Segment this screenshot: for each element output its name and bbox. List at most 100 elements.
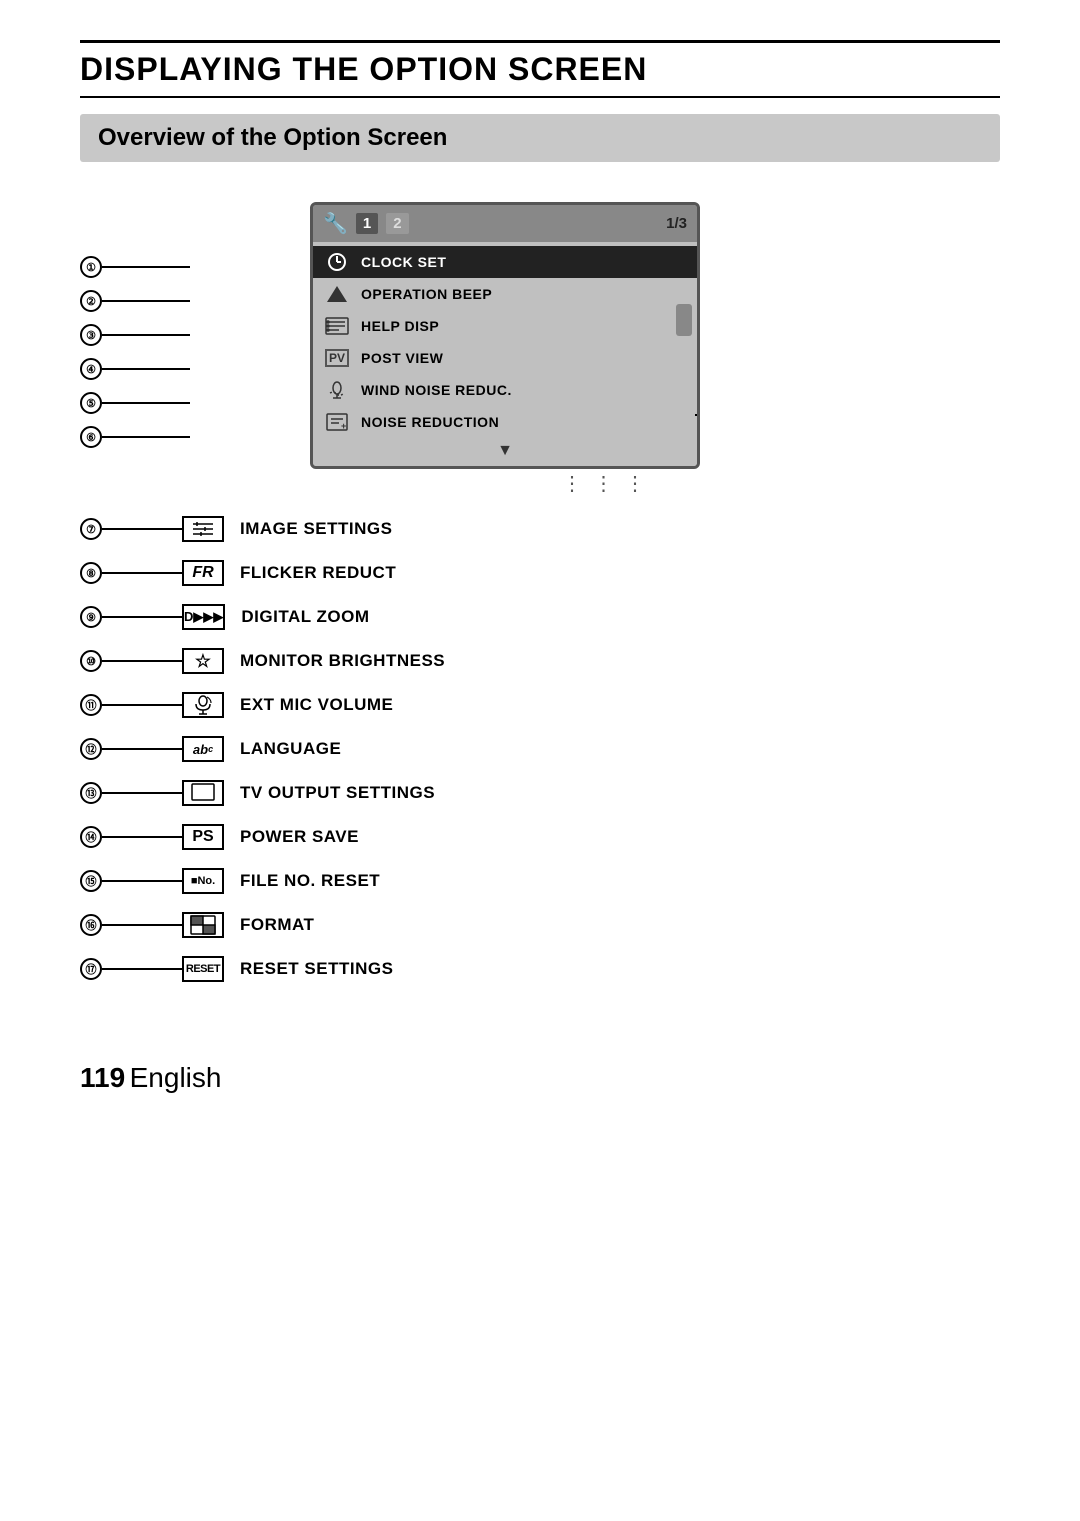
file-no-reset-icon: ■No. (182, 868, 224, 894)
wind-noise-icon (323, 379, 351, 401)
callout-16: ⑯ (80, 914, 102, 936)
reset-settings-label: RESET SETTINGS (240, 959, 393, 979)
format-icon (182, 912, 224, 938)
file-no-reset-label: FILE NO. RESET (240, 871, 380, 891)
right-callout-area: ⑱ (695, 404, 700, 426)
callout-line-1 (102, 266, 190, 268)
screen-item-wind-noise[interactable]: WIND NOISE REDUC. (313, 374, 697, 406)
format-label: FORMAT (240, 915, 314, 935)
item-row-17: ⑰ RESET RESET SETTINGS (80, 956, 1000, 982)
screen-item-operation-beep[interactable]: OPERATION BEEP (313, 278, 697, 310)
line-16 (102, 924, 182, 926)
tab-2: 2 (386, 213, 408, 234)
callout-8: ⑧ (80, 562, 102, 584)
screen-item-clock-set[interactable]: CLOCK SET (313, 246, 697, 278)
screen-item-post-view[interactable]: PV POST VIEW (313, 342, 697, 374)
digital-zoom-label: DIGITAL ZOOM (241, 607, 369, 627)
top-border (80, 40, 1000, 43)
image-settings-label: IMAGE SETTINGS (240, 519, 392, 539)
page-number: 119 (80, 1062, 125, 1093)
image-settings-icon (182, 516, 224, 542)
callout-18-line (695, 414, 700, 416)
beep-icon (323, 283, 351, 305)
help-disp-icon (323, 315, 351, 337)
item-row-7: ⑦ IMAGE SETTINGS (80, 516, 1000, 542)
callout-7: ⑦ (80, 518, 102, 540)
item-row-12: ⑫ abc LANGUAGE (80, 736, 1000, 762)
tab-1: 1 (356, 213, 378, 234)
scrollbar-thumb[interactable] (676, 304, 692, 336)
line-15 (102, 880, 182, 882)
callout-13: ⑬ (80, 782, 102, 804)
callout-2: ② (80, 290, 102, 312)
item-row-14: ⑭ PS POWER SAVE (80, 824, 1000, 850)
dots-continuation: ⋮ ⋮ ⋮ (80, 471, 1000, 496)
callout-1: ① (80, 256, 102, 278)
main-heading: DISPLAYING THE OPTION SCREEN (80, 51, 1000, 88)
operation-beep-label: OPERATION BEEP (361, 286, 492, 302)
clock-icon (323, 251, 351, 273)
callout-line-2 (102, 300, 190, 302)
page-lang: English (130, 1062, 222, 1093)
bottom-items: ⑦ IMAGE SETTINGS ⑧ (80, 516, 1000, 982)
page-indicator: 1/3 (666, 215, 687, 232)
callout-14: ⑭ (80, 826, 102, 848)
screen-item-noise-reduction[interactable]: + NOISE REDUCTION (313, 406, 697, 438)
svg-text:+: + (341, 421, 346, 431)
screen-section: ① ② ③ ④ ⑤ (80, 202, 1000, 469)
callout-row-3: ③ (80, 318, 190, 352)
power-save-label: POWER SAVE (240, 827, 359, 847)
wrench-icon: 🔧 (323, 211, 348, 236)
callout-9: ⑨ (80, 606, 102, 628)
callout-row-4: ④ (80, 352, 190, 386)
line-17 (102, 968, 182, 970)
section-heading-bar: Overview of the Option Screen (80, 114, 1000, 162)
camera-screen: 🔧 1 2 1/3 (310, 202, 700, 469)
screen-item-help-disp[interactable]: HELP DISP (313, 310, 697, 342)
tv-output-label: TV OUTPUT SETTINGS (240, 783, 435, 803)
flicker-reduct-icon: FR (182, 560, 224, 586)
callout-line-6 (102, 436, 190, 438)
item-row-15: ⑮ ■No. FILE NO. RESET (80, 868, 1000, 894)
scroll-arrow-down: ▼ (497, 442, 513, 460)
monitor-brightness-label: MONITOR BRIGHTNESS (240, 651, 445, 671)
diagram-wrapper: ① ② ③ ④ ⑤ (80, 202, 1000, 982)
line-8 (102, 572, 182, 574)
item-row-11: ⑪ EXT MIC VOLUME (80, 692, 1000, 718)
wind-noise-label: WIND NOISE REDUC. (361, 382, 512, 398)
item-row-9: ⑨ D▶▶▶ DIGITAL ZOOM (80, 604, 1000, 630)
callout-10: ⑩ (80, 650, 102, 672)
help-disp-label: HELP DISP (361, 318, 439, 334)
callout-line-4 (102, 368, 190, 370)
callout-11: ⑪ (80, 694, 102, 716)
screen-header: 🔧 1 2 1/3 (313, 205, 697, 242)
item-row-10: ⑩ ☆ MONITOR BRIGHTNESS (80, 648, 1000, 674)
ext-mic-icon (182, 692, 224, 718)
item-row-13: ⑬ TV OUTPUT SETTINGS (80, 780, 1000, 806)
left-callouts: ① ② ③ ④ ⑤ (80, 202, 190, 469)
callout-15: ⑮ (80, 870, 102, 892)
section-divider (80, 96, 1000, 98)
callout-row-1: ① (80, 250, 190, 284)
page-footer: 119 English (80, 1062, 1000, 1094)
line-12 (102, 748, 182, 750)
callout-row-6: ⑥ (80, 420, 190, 454)
power-save-icon: PS (182, 824, 224, 850)
section-heading-text: Overview of the Option Screen (98, 124, 447, 151)
callout-6: ⑥ (80, 426, 102, 448)
language-icon: abc (182, 736, 224, 762)
post-view-icon: PV (323, 347, 351, 369)
item-row-8: ⑧ FR FLICKER REDUCT (80, 560, 1000, 586)
noise-reduction-label: NOISE REDUCTION (361, 414, 499, 430)
digital-zoom-icon: D▶▶▶ (182, 604, 225, 630)
page-container: DISPLAYING THE OPTION SCREEN Overview of… (0, 0, 1080, 1154)
callout-line-3 (102, 334, 190, 336)
callout-line-5 (102, 402, 190, 404)
reset-settings-icon: RESET (182, 956, 224, 982)
line-7 (102, 528, 182, 530)
noise-reduction-icon: + (323, 411, 351, 433)
screen-items: CLOCK SET OPERATION BEEP (313, 242, 697, 466)
line-11 (102, 704, 182, 706)
tv-output-icon (182, 780, 224, 806)
flicker-reduct-label: FLICKER REDUCT (240, 563, 396, 583)
